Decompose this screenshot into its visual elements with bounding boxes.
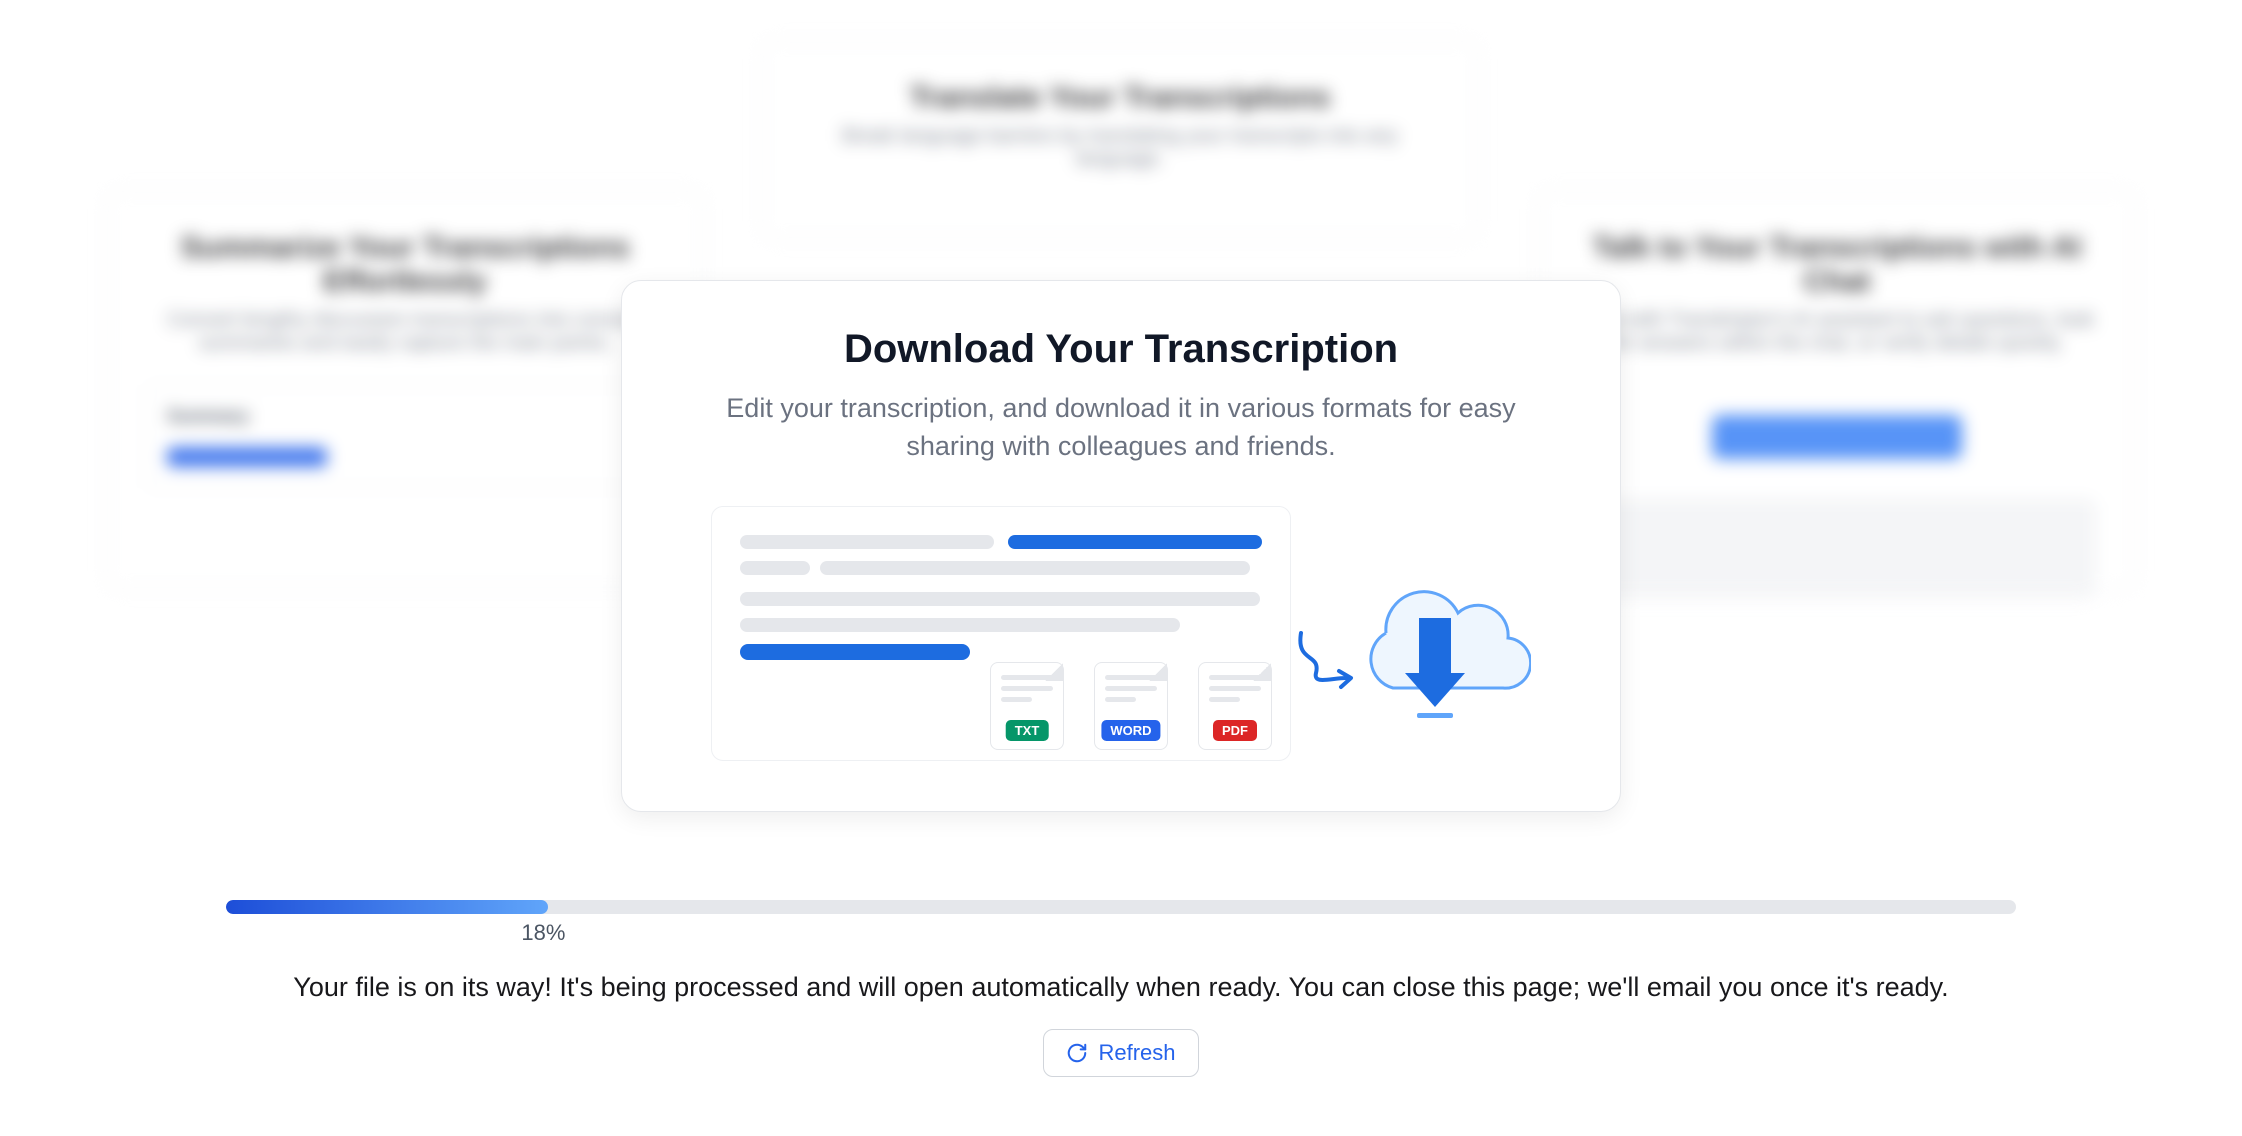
refresh-button-label: Refresh [1098, 1040, 1175, 1066]
cloud-download-icon [1311, 533, 1531, 733]
card-subtitle: Edit your transcription, and download it… [682, 390, 1560, 466]
refresh-button[interactable]: Refresh [1043, 1029, 1198, 1077]
format-badge-txt: TXT [1006, 720, 1049, 741]
bg-chat-title: Talk to Your Transcriptions with AI Chat [1578, 231, 2096, 299]
download-transcription-card: Download Your Transcription Edit your tr… [621, 280, 1621, 812]
upload-progress-section: 18% Your file is on its way! It's being … [226, 900, 2016, 1077]
format-badge-pdf: PDF [1213, 720, 1257, 741]
processing-status-text: Your file is on its way! It's being proc… [226, 972, 2016, 1003]
bg-card-ai-chat: Talk to Your Transcriptions with AI Chat… [1537, 190, 2137, 590]
curly-arrow-icon [1291, 623, 1371, 703]
bg-summarize-sub: Convert lengthy discussion transcription… [146, 309, 664, 355]
format-txt: TXT [990, 662, 1064, 750]
progress-fill [226, 900, 548, 914]
document-preview-graphic: TXT WORD PDF [711, 506, 1291, 761]
bg-card-translate: Translate Your Transcriptions Break lang… [760, 40, 1480, 240]
progress-bar [226, 900, 2016, 914]
bg-card-summarize: Summarize Your Transcriptions Effortless… [105, 190, 705, 590]
bg-chat-sub: Chat with Transkriptor's AI assistant to… [1578, 309, 2096, 355]
bg-translate-sub: Break language barriers by translating y… [801, 125, 1439, 171]
card-illustration: TXT WORD PDF [682, 506, 1560, 761]
bg-summary-label: Summary [167, 406, 643, 427]
refresh-icon [1066, 1042, 1088, 1064]
format-badge-word: WORD [1101, 720, 1160, 741]
format-pdf: PDF [1198, 662, 1272, 750]
bg-translate-title: Translate Your Transcriptions [801, 81, 1439, 115]
card-title: Download Your Transcription [682, 327, 1560, 372]
format-word: WORD [1094, 662, 1168, 750]
bg-summarize-title: Summarize Your Transcriptions Effortless… [146, 231, 664, 299]
progress-percent-label: 18% [521, 920, 2242, 946]
